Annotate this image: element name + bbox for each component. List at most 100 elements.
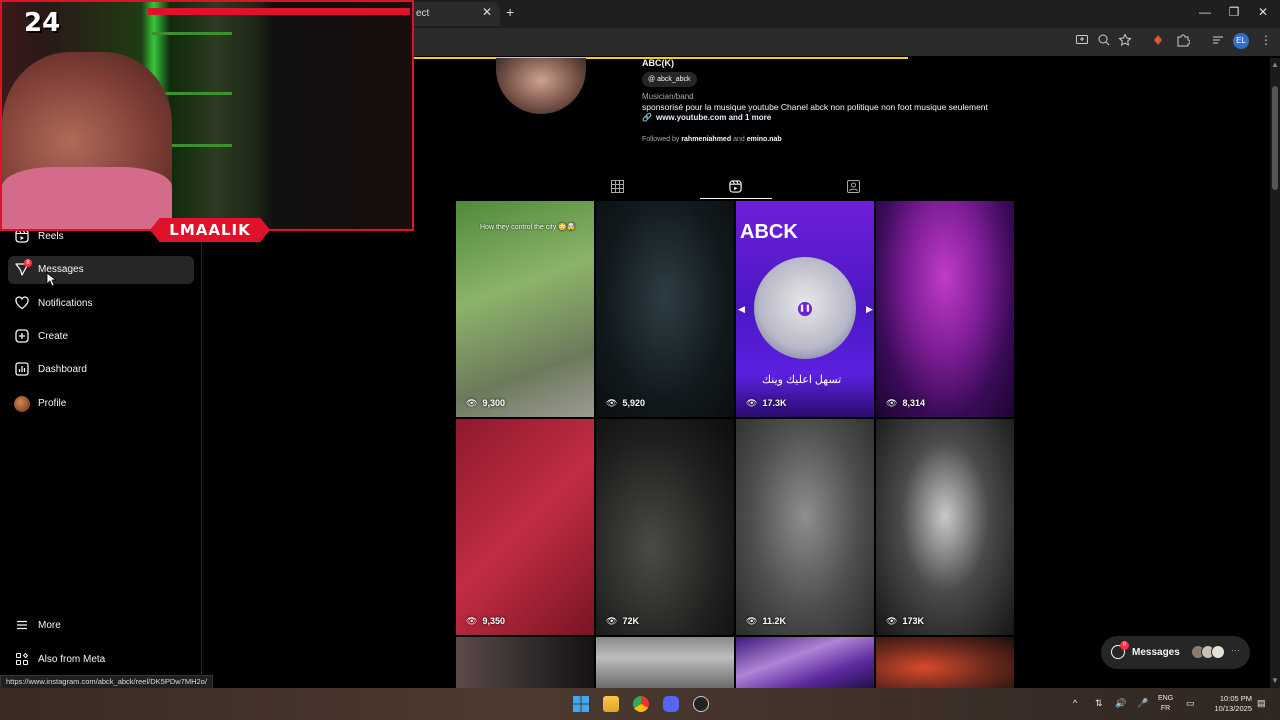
plus-square-icon <box>14 329 30 345</box>
clock-date: 10/13/2025 <box>1214 704 1252 713</box>
sidebar-item-label: Dashboard <box>38 364 87 375</box>
profile-link[interactable]: 🔗 www.youtube.com and 1 more <box>642 113 771 122</box>
reel-tile[interactable] <box>736 637 874 688</box>
browser-menu-icon[interactable]: ⋮ <box>1258 33 1274 49</box>
reel-view-count: 👁 17.3K <box>746 398 786 409</box>
tab-close-icon[interactable]: ✕ <box>482 5 492 19</box>
grid-icon <box>610 180 624 193</box>
reel-views: 11.2K <box>762 616 786 626</box>
reel-tile[interactable]: 👁 11.2K <box>736 419 874 635</box>
app-icon[interactable] <box>693 696 709 712</box>
pause-icon[interactable]: ❚❚ <box>798 302 812 316</box>
reel-tile[interactable] <box>596 637 734 688</box>
new-tab-button[interactable]: + <box>506 4 514 20</box>
profile-bio: sponsorisé pour la musique youtube Chane… <box>642 102 988 112</box>
zoom-icon[interactable] <box>1096 33 1112 49</box>
overlay-counter: 24 <box>24 8 61 38</box>
window-close-button[interactable]: ✕ <box>1253 5 1273 19</box>
sidebar-item-also-from-meta[interactable]: Also from Meta <box>8 646 194 674</box>
scrollbar-thumb[interactable] <box>1272 86 1278 190</box>
profile-picture[interactable] <box>496 58 586 114</box>
eye-icon: 👁 <box>886 398 898 408</box>
scroll-up-arrow-icon[interactable]: ▲ <box>1271 60 1279 69</box>
network-icon[interactable]: ⇅ <box>1095 698 1103 709</box>
floating-messages-label: Messages <box>1132 647 1180 658</box>
taskbar-clock[interactable]: 10:05 PM 10/13/2025 <box>1206 694 1252 714</box>
sidebar-item-create[interactable]: Create <box>8 323 194 351</box>
reel-overlay-text: ABCK <box>740 221 798 243</box>
sidebar-item-notifications[interactable]: Notifications <box>8 290 194 318</box>
chart-icon <box>14 362 30 378</box>
active-tab-indicator <box>700 198 772 199</box>
file-explorer-icon[interactable] <box>603 696 619 712</box>
threads-handle-badge[interactable]: @ abck_abck <box>642 72 697 87</box>
reel-view-count: 👁 9,350 <box>466 616 505 627</box>
reading-list-icon[interactable] <box>1210 33 1226 49</box>
clock-time: 10:05 PM <box>1219 694 1252 703</box>
tab-title: ect <box>416 8 430 19</box>
threads-icon: @ <box>648 76 658 83</box>
webcam-background <box>152 32 232 35</box>
eye-icon: 👁 <box>466 616 478 626</box>
tab-tagged[interactable] <box>846 180 860 194</box>
minimize-button[interactable]: — <box>1195 5 1215 19</box>
overlay-accent-bar <box>148 8 410 15</box>
reel-views: 17.3K <box>762 398 787 408</box>
reel-tile[interactable] <box>456 637 594 688</box>
scroll-down-arrow-icon[interactable]: ▼ <box>1271 676 1279 685</box>
next-arrow-icon[interactable]: ▶ <box>866 304 873 315</box>
bookmark-star-icon[interactable] <box>1117 33 1133 49</box>
maximize-button[interactable]: ❐ <box>1224 5 1244 19</box>
eye-icon: 👁 <box>746 616 758 626</box>
display-icon[interactable]: ▭ <box>1186 698 1195 709</box>
sidebar-item-label: More <box>38 620 61 631</box>
heart-icon <box>14 296 30 312</box>
reel-view-count: 👁 11.2K <box>746 616 786 627</box>
profile-link-text: www.youtube.com and 1 more <box>655 113 772 122</box>
install-app-icon[interactable] <box>1074 33 1090 49</box>
sidebar-item-dashboard[interactable]: Dashboard <box>8 356 194 384</box>
followed-by-user[interactable]: rahmeniahmed <box>681 136 731 143</box>
tagged-icon <box>846 180 860 193</box>
sidebar-item-label: Messages <box>38 264 84 275</box>
extension-icon[interactable] <box>1150 33 1166 49</box>
reels-icon <box>14 229 30 245</box>
reel-views: 9,300 <box>482 398 505 408</box>
floating-messages-button[interactable]: 8 Messages ··· <box>1101 636 1250 669</box>
language-primary: ENG <box>1158 695 1174 702</box>
puzzle-icon[interactable] <box>1175 33 1191 49</box>
sidebar-item-more[interactable]: More <box>8 612 194 640</box>
discord-icon[interactable] <box>663 696 679 712</box>
reel-tile[interactable] <box>876 637 1014 688</box>
prev-arrow-icon[interactable]: ◀ <box>738 304 745 315</box>
reel-view-count: 👁 8,314 <box>886 398 925 409</box>
streamer-image <box>2 167 172 229</box>
reel-view-count: 👁 72K <box>606 616 639 627</box>
reels-icon <box>728 180 742 193</box>
microphone-icon[interactable]: 🎤 <box>1137 698 1148 709</box>
sidebar-item-label: Create <box>38 331 69 342</box>
threads-handle: abck_abck <box>657 76 691 83</box>
notification-center-icon[interactable]: ▤ <box>1257 698 1266 709</box>
reel-tile[interactable]: 👁 8,314 <box>876 201 1014 417</box>
windows-start-icon[interactable] <box>573 696 589 712</box>
reel-tile[interactable]: 👁 5,920 <box>596 201 734 417</box>
reel-tile[interactable]: 👁 173K <box>876 419 1014 635</box>
link-icon: 🔗 <box>642 113 652 122</box>
language-indicator[interactable]: ENG FR <box>1158 694 1173 714</box>
reel-tile[interactable]: ABCK ❚❚ ◀ ▶ تسهل اعليك وينك 👁 17.3K <box>736 201 874 417</box>
reel-tile[interactable]: How they control the city 😳🤯 👁 9,300 <box>456 201 594 417</box>
tab-reels[interactable] <box>728 180 742 194</box>
reel-tile[interactable]: 👁 9,350 <box>456 419 594 635</box>
chrome-icon[interactable] <box>633 696 649 712</box>
followed-by: Followed by rahmeniahmed and emino.nab <box>642 136 782 143</box>
tab-posts[interactable] <box>610 180 624 194</box>
browser-profile-avatar[interactable]: EL <box>1233 33 1249 49</box>
volume-icon[interactable]: 🔊 <box>1115 698 1126 709</box>
sidebar-item-profile[interactable]: Profile <box>8 390 194 418</box>
reel-tile[interactable]: 👁 72K <box>596 419 734 635</box>
reel-views: 8,314 <box>902 398 925 408</box>
tray-expand-icon[interactable]: ^ <box>1073 698 1077 708</box>
sidebar-item-messages[interactable]: 8 Messages <box>8 256 194 284</box>
followed-by-user[interactable]: emino.nab <box>747 136 782 143</box>
